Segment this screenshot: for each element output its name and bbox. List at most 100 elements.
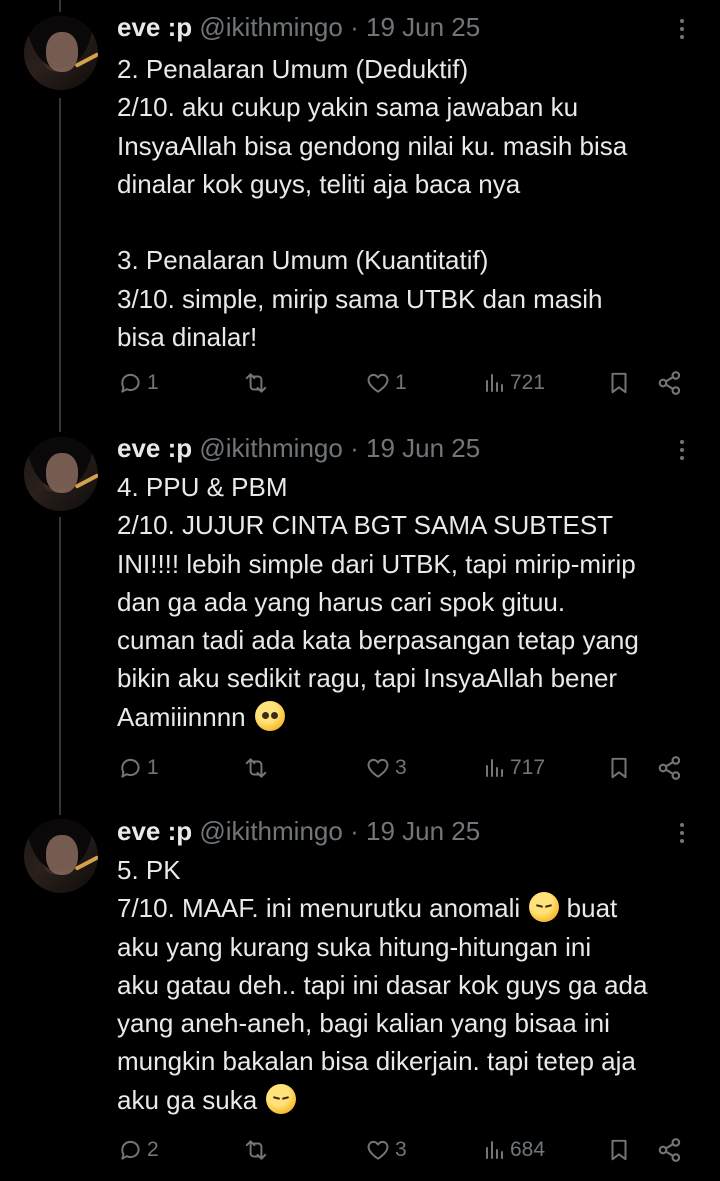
reply-button[interactable]: 1 xyxy=(118,750,159,786)
views-icon xyxy=(486,374,503,392)
retweet-button[interactable] xyxy=(242,750,270,786)
views-icon xyxy=(486,759,503,777)
pleading-face-emoji xyxy=(254,700,285,731)
reply-count: 1 xyxy=(147,756,159,779)
pensive-face-emoji xyxy=(266,1083,297,1114)
tweet-line: 3. Penalaran Umum (Kuantitatif) xyxy=(117,245,489,276)
tweet-line: bisa dinalar! xyxy=(117,322,258,353)
like-button[interactable]: 3 xyxy=(364,1132,407,1168)
reply-icon xyxy=(121,373,140,393)
share-button[interactable] xyxy=(656,365,684,401)
tweet-line: 3/10. simple, mirip sama UTBK dan masih xyxy=(117,283,603,314)
view-count: 721 xyxy=(510,371,546,394)
bookmark-icon xyxy=(611,372,627,394)
tweet-line-with-emoji: Aamiiinnnn xyxy=(117,698,712,736)
tweet[interactable]: eve :p @ikithmingo · 19 Jun 25 2. Penala… xyxy=(0,0,720,420)
avatar[interactable] xyxy=(24,819,98,893)
reply-icon xyxy=(121,758,140,778)
author-handle[interactable]: @ikithmingo xyxy=(199,816,342,846)
tweet-date[interactable]: 19 Jun 25 xyxy=(366,12,480,42)
reply-button[interactable]: 1 xyxy=(118,365,159,401)
views-button[interactable]: 684 xyxy=(483,1132,545,1168)
bookmark-button[interactable] xyxy=(606,1132,632,1168)
tweet-text: 5. PK 7/10. MAAF. ini menurutku anomali … xyxy=(117,851,712,1119)
author-name[interactable]: eve :p xyxy=(117,433,192,463)
tweet-line: mungkin bakalan bisa dikerjain. tapi tet… xyxy=(117,1046,636,1077)
reply-count: 1 xyxy=(147,371,159,394)
more-options-icon[interactable] xyxy=(668,11,696,47)
tweet-header: eve :p @ikithmingo · 19 Jun 25 xyxy=(117,813,480,849)
reply-icon xyxy=(121,1140,140,1160)
tweet-date[interactable]: 19 Jun 25 xyxy=(366,816,480,846)
author-handle[interactable]: @ikithmingo xyxy=(199,433,342,463)
tweet-line: dan ga ada yang harus cari spok gituu. xyxy=(117,586,566,617)
tweet-line: INI!!!! lebih simple dari UTBK, tapi mir… xyxy=(117,548,636,579)
tweet-line: 4. PPU & PBM xyxy=(117,472,288,502)
tweet-line: 5. PK xyxy=(117,855,181,885)
more-options-icon[interactable] xyxy=(668,815,696,851)
tweet[interactable]: eve :p @ikithmingo · 19 Jun 25 5. PK 7/1… xyxy=(0,803,720,1181)
tweet-text: 4. PPU & PBM 2/10. JUJUR CINTA BGT SAMA … xyxy=(117,468,712,736)
reply-count: 2 xyxy=(147,1138,159,1161)
share-button[interactable] xyxy=(656,1132,684,1168)
share-button[interactable] xyxy=(656,750,684,786)
tweet-line-with-emoji: aku ga suka xyxy=(117,1081,712,1119)
tweet-actions: 1 1 721 xyxy=(0,365,720,401)
tweet-line xyxy=(117,203,712,241)
author-name[interactable]: eve :p xyxy=(117,816,192,846)
tweet-line: aku yang kurang suka hitung-hitungan ini xyxy=(117,931,592,962)
separator: · xyxy=(350,816,359,846)
bookmark-icon xyxy=(611,757,627,779)
retweet-icon xyxy=(245,758,267,778)
retweet-icon xyxy=(245,1140,267,1160)
separator: · xyxy=(350,12,359,42)
tweet-line: 2/10. aku cukup yakin sama jawaban ku xyxy=(117,92,579,123)
share-icon xyxy=(658,756,681,780)
retweet-button[interactable] xyxy=(242,1132,270,1168)
heart-icon xyxy=(367,758,389,778)
tweet[interactable]: eve :p @ikithmingo · 19 Jun 25 4. PPU & … xyxy=(0,420,720,810)
tweet-line: 2/10. JUJUR CINTA BGT SAMA SUBTEST xyxy=(117,510,614,541)
tweet-date[interactable]: 19 Jun 25 xyxy=(366,433,480,463)
tweet-line: aku ga suka xyxy=(117,1084,258,1115)
view-count: 684 xyxy=(510,1138,546,1161)
separator: · xyxy=(350,433,359,463)
tweet-line: InsyaAllah bisa gendong nilai ku. masih … xyxy=(117,130,628,161)
tweet-actions: 2 3 684 xyxy=(0,1132,720,1168)
tweet-text: 2. Penalaran Umum (Deduktif) 2/10. aku c… xyxy=(117,50,712,356)
views-button[interactable]: 721 xyxy=(483,365,545,401)
like-button[interactable]: 3 xyxy=(364,750,407,786)
tweet-header: eve :p @ikithmingo · 19 Jun 25 xyxy=(117,9,480,45)
tweet-line: aku gatau deh.. tapi ini dasar kok guys … xyxy=(117,969,648,1000)
view-count: 717 xyxy=(510,756,546,779)
bookmark-icon xyxy=(611,1139,627,1161)
author-handle[interactable]: @ikithmingo xyxy=(199,12,342,42)
retweet-button[interactable] xyxy=(242,365,270,401)
tweet-line-tail: buat xyxy=(566,893,618,924)
pensive-face-emoji xyxy=(529,892,560,923)
views-button[interactable]: 717 xyxy=(483,750,545,786)
tweet-header: eve :p @ikithmingo · 19 Jun 25 xyxy=(117,430,480,466)
tweet-line: yang aneh-aneh, bagi kalian yang bisaa i… xyxy=(117,1008,610,1039)
retweet-icon xyxy=(245,373,267,393)
reply-button[interactable]: 2 xyxy=(118,1132,159,1168)
bookmark-button[interactable] xyxy=(606,750,632,786)
share-icon xyxy=(658,1138,681,1162)
tweet-actions: 1 3 717 xyxy=(0,750,720,786)
like-count: 1 xyxy=(395,371,407,394)
author-name[interactable]: eve :p xyxy=(117,12,192,42)
like-button[interactable]: 1 xyxy=(364,365,407,401)
heart-icon xyxy=(367,373,389,393)
like-count: 3 xyxy=(395,1138,407,1161)
share-icon xyxy=(658,371,681,395)
bookmark-button[interactable] xyxy=(606,365,632,401)
tweet-line-with-emoji: 7/10. MAAF. ini menurutku anomali buat xyxy=(117,889,712,927)
like-count: 3 xyxy=(395,756,407,779)
tweet-line: cuman tadi ada kata berpasangan tetap ya… xyxy=(117,625,639,656)
tweet-line: bikin aku sedikit ragu, tapi InsyaAllah … xyxy=(117,663,618,694)
avatar[interactable] xyxy=(24,16,98,90)
tweet-line: 7/10. MAAF. ini menurutku anomali xyxy=(117,893,521,924)
views-icon xyxy=(486,1141,503,1159)
more-options-icon[interactable] xyxy=(668,432,696,468)
avatar[interactable] xyxy=(24,437,98,511)
